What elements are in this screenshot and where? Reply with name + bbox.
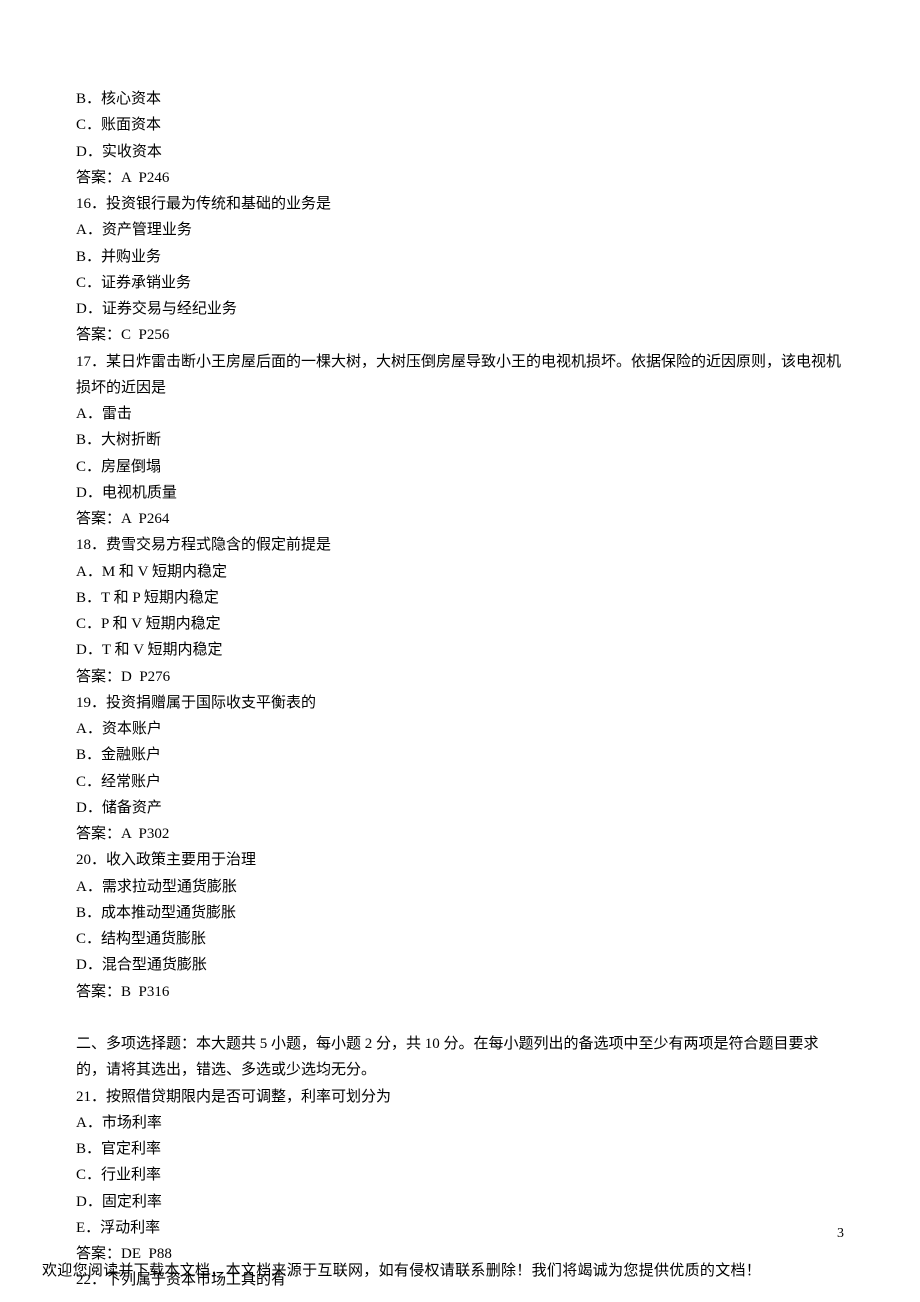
text-line: A．资本账户 (76, 716, 844, 742)
text-line: D．证券交易与经纪业务 (76, 296, 844, 322)
text-line: B．金融账户 (76, 742, 844, 768)
text-line: A．M 和 V 短期内稳定 (76, 559, 844, 585)
text-line: 17．某日炸雷击断小王房屋后面的一棵大树，大树压倒房屋导致小王的电视机损坏。依据… (76, 349, 844, 402)
text-line: C．结构型通货膨胀 (76, 926, 844, 952)
text-line: D．固定利率 (76, 1189, 844, 1215)
text-line: C．账面资本 (76, 112, 844, 138)
text-line: 16．投资银行最为传统和基础的业务是 (76, 191, 844, 217)
text-line: D．混合型通货膨胀 (76, 952, 844, 978)
text-line: A．资产管理业务 (76, 217, 844, 243)
footer-text: 欢迎您阅读并下载本文档，本文档来源于互联网，如有侵权请联系删除！我们将竭诚为您提… (42, 1258, 761, 1284)
text-line: D．实收资本 (76, 139, 844, 165)
text-line: B．大树折断 (76, 427, 844, 453)
text-line: C．P 和 V 短期内稳定 (76, 611, 844, 637)
text-line: 答案：C P256 (76, 322, 844, 348)
text-line: B．T 和 P 短期内稳定 (76, 585, 844, 611)
text-line: 21．按照借贷期限内是否可调整，利率可划分为 (76, 1084, 844, 1110)
document-body: B．核心资本C．账面资本D．实收资本答案：A P24616．投资银行最为传统和基… (0, 0, 920, 1294)
text-line: C．房屋倒塌 (76, 454, 844, 480)
text-line: 20．收入政策主要用于治理 (76, 847, 844, 873)
text-line: 答案：A P264 (76, 506, 844, 532)
text-line: C．证券承销业务 (76, 270, 844, 296)
text-line: 19．投资捐赠属于国际收支平衡表的 (76, 690, 844, 716)
text-line: 答案：A P302 (76, 821, 844, 847)
text-line: C．行业利率 (76, 1162, 844, 1188)
text-line: A．市场利率 (76, 1110, 844, 1136)
text-line: 答案：D P276 (76, 664, 844, 690)
text-line: C．经常账户 (76, 769, 844, 795)
text-line: B．核心资本 (76, 86, 844, 112)
text-line: 18．费雪交易方程式隐含的假定前提是 (76, 532, 844, 558)
text-line: B．官定利率 (76, 1136, 844, 1162)
text-line: D．电视机质量 (76, 480, 844, 506)
text-line: A．需求拉动型通货膨胀 (76, 874, 844, 900)
text-line: E．浮动利率 (76, 1215, 844, 1241)
blank-line (76, 1005, 844, 1031)
text-line: 答案：B P316 (76, 979, 844, 1005)
text-line: B．成本推动型通货膨胀 (76, 900, 844, 926)
text-line: B．并购业务 (76, 244, 844, 270)
text-line: A．雷击 (76, 401, 844, 427)
text-line: D．T 和 V 短期内稳定 (76, 637, 844, 663)
text-line: 二、多项选择题：本大题共 5 小题，每小题 2 分，共 10 分。在每小题列出的… (76, 1031, 844, 1084)
text-line: 答案：A P246 (76, 165, 844, 191)
page-number: 3 (837, 1222, 844, 1247)
text-line: D．储备资产 (76, 795, 844, 821)
